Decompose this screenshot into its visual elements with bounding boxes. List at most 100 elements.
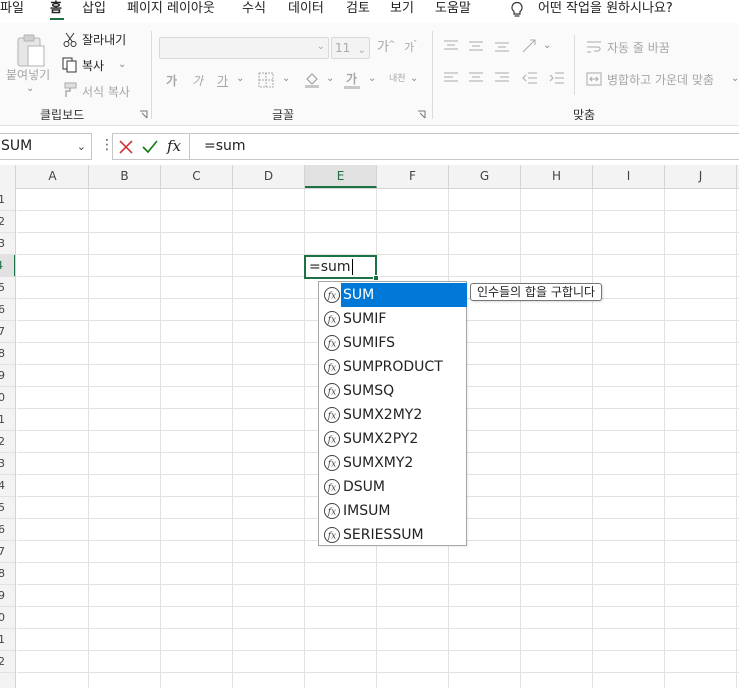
align-middle-icon[interactable] <box>468 39 484 53</box>
row-header[interactable]: 14 <box>0 475 15 497</box>
autocomplete-item-imsum[interactable]: fx IMSUM <box>320 499 466 523</box>
tab-review[interactable]: 검토 <box>346 0 370 18</box>
tab-home[interactable]: 홈 <box>50 0 62 18</box>
decrease-indent-icon[interactable] <box>522 71 538 85</box>
row-header[interactable]: 13 <box>0 453 15 475</box>
autocomplete-item-seriessum[interactable]: fx SERIESSUM <box>320 523 466 547</box>
row-header[interactable]: 2 <box>0 211 15 233</box>
phonetic-button[interactable]: 내천 <box>389 71 406 87</box>
row-header[interactable]: 22 <box>0 651 15 673</box>
copy-button[interactable]: 복사 <box>82 58 104 74</box>
name-box[interactable]: SUM ⌄ <box>0 133 92 160</box>
column-header-f[interactable]: F <box>377 165 449 188</box>
tab-view[interactable]: 보기 <box>390 0 414 18</box>
format-painter-icon[interactable] <box>62 82 78 98</box>
dialog-launcher-icon[interactable] <box>139 110 148 119</box>
row-header[interactable]: 9 <box>0 365 15 387</box>
insert-function-fx-icon[interactable]: fx <box>167 135 181 157</box>
cancel-x-icon[interactable] <box>119 140 133 154</box>
autocomplete-item-sumifs[interactable]: fx SUMIFS <box>320 331 466 355</box>
wrap-text-icon[interactable] <box>586 39 602 55</box>
column-header-h[interactable]: H <box>521 165 593 188</box>
orientation-dropdown-chevron-icon[interactable]: ⌄ <box>543 40 551 51</box>
row-header[interactable]: 16 <box>0 519 15 541</box>
row-header[interactable]: 10 <box>0 387 15 409</box>
merge-center-button[interactable]: 병합하고 가운데 맞춤 <box>607 72 714 88</box>
phonetic-dropdown-chevron-icon[interactable]: ⌄ <box>410 73 418 84</box>
align-left-icon[interactable] <box>443 71 459 85</box>
row-header[interactable]: 17 <box>0 541 15 563</box>
underline-button[interactable]: 가 <box>217 73 228 89</box>
enter-check-icon[interactable] <box>142 140 158 154</box>
lightbulb-icon[interactable] <box>509 1 525 19</box>
cut-button[interactable]: 잘라내기 <box>82 32 126 48</box>
align-center-icon[interactable] <box>468 71 484 85</box>
increase-indent-icon[interactable] <box>549 71 565 85</box>
tell-me-box[interactable]: 어떤 작업을 원하시나요? <box>538 0 673 18</box>
italic-button[interactable]: 가 <box>192 73 203 89</box>
column-header-a[interactable]: A <box>17 165 89 188</box>
fill-color-icon[interactable] <box>303 70 321 88</box>
paste-icon[interactable] <box>14 32 48 68</box>
row-header[interactable]: 1 <box>0 189 15 211</box>
column-header-c[interactable]: C <box>161 165 233 188</box>
chevron-down-icon[interactable]: ⌄ <box>77 134 86 159</box>
column-header-j[interactable]: J <box>665 165 737 188</box>
formula-input[interactable]: =sum <box>190 133 739 160</box>
copy-dropdown-chevron-icon[interactable]: ⌄ <box>118 59 126 70</box>
row-header[interactable]: 6 <box>0 299 15 321</box>
align-top-icon[interactable] <box>443 39 459 53</box>
merge-center-icon[interactable] <box>586 71 602 87</box>
row-header[interactable]: 8 <box>0 343 15 365</box>
row-header[interactable]: 3 <box>0 233 15 255</box>
tab-formulas[interactable]: 수식 <box>242 0 266 18</box>
format-painter-button[interactable]: 서식 복사 <box>82 84 130 100</box>
underline-dropdown-chevron-icon[interactable]: ⌄ <box>236 73 244 84</box>
autocomplete-item-dsum[interactable]: fx DSUM <box>320 475 466 499</box>
copy-icon[interactable] <box>62 57 78 73</box>
column-header-d[interactable]: D <box>233 165 305 188</box>
autocomplete-item-sumproduct[interactable]: fx SUMPRODUCT <box>320 355 466 379</box>
tab-insert[interactable]: 삽입 <box>82 0 106 18</box>
align-bottom-icon[interactable] <box>494 39 510 53</box>
row-header[interactable]: 19 <box>0 585 15 607</box>
align-right-icon[interactable] <box>494 71 510 85</box>
merge-dropdown-chevron-icon[interactable]: ⌄ <box>731 73 739 84</box>
row-header-selected[interactable]: 4 <box>0 255 15 277</box>
fill-color-dropdown-chevron-icon[interactable]: ⌄ <box>326 73 334 84</box>
tab-data[interactable]: 데이터 <box>288 0 324 18</box>
borders-dropdown-chevron-icon[interactable]: ⌄ <box>282 73 290 84</box>
font-color-dropdown-chevron-icon[interactable]: ⌄ <box>368 73 376 84</box>
font-size-select[interactable]: 11 ⌄ <box>331 37 370 59</box>
row-header[interactable]: 7 <box>0 321 15 343</box>
row-header[interactable]: 20 <box>0 607 15 629</box>
paste-dropdown-chevron-icon[interactable]: ⌄ <box>26 83 34 94</box>
row-header[interactable]: 12 <box>0 431 15 453</box>
autocomplete-item-sumx2my2[interactable]: fx SUMX2MY2 <box>320 403 466 427</box>
active-cell-e4[interactable]: =sum <box>304 255 377 279</box>
autocomplete-item-sumif[interactable]: fx SUMIF <box>320 307 466 331</box>
wrap-text-button[interactable]: 자동 줄 바꿈 <box>607 40 670 56</box>
borders-icon[interactable] <box>258 72 274 88</box>
row-header[interactable]: 18 <box>0 563 15 585</box>
row-header[interactable]: 21 <box>0 629 15 651</box>
autocomplete-item-sum[interactable]: fx SUM <box>320 283 467 307</box>
autocomplete-item-sumxmy2[interactable]: fx SUMXMY2 <box>320 451 466 475</box>
column-header-g[interactable]: G <box>449 165 521 188</box>
tab-page-layout[interactable]: 페이지 레이아웃 <box>127 0 215 18</box>
row-header[interactable]: 5 <box>0 277 15 299</box>
scissors-icon[interactable] <box>63 32 77 48</box>
column-header-i[interactable]: I <box>593 165 665 188</box>
autocomplete-item-sumx2py2[interactable]: fx SUMX2PY2 <box>320 427 466 451</box>
dialog-launcher-icon[interactable] <box>417 110 426 119</box>
bold-button[interactable]: 가 <box>166 73 177 89</box>
select-all-button[interactable] <box>0 165 16 189</box>
font-color-button[interactable]: 가 <box>346 71 357 87</box>
tab-file[interactable]: 파일 <box>0 0 24 18</box>
row-header[interactable]: 11 <box>0 409 15 431</box>
autocomplete-item-sumsq[interactable]: fx SUMSQ <box>320 379 466 403</box>
row-header[interactable]: 15 <box>0 497 15 519</box>
column-header-e[interactable]: E <box>305 165 377 188</box>
orientation-icon[interactable] <box>521 38 539 54</box>
font-name-select[interactable]: ⌄ <box>159 37 329 59</box>
